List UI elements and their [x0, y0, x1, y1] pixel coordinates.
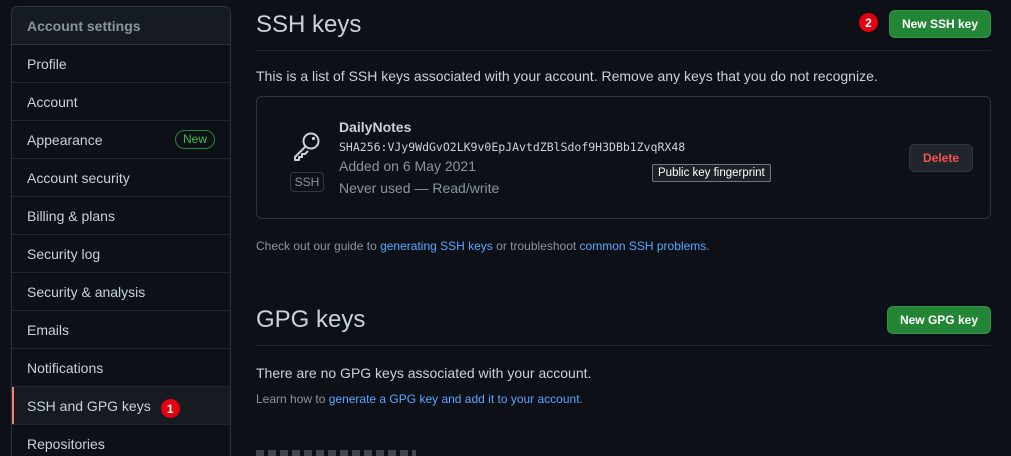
ssh-guide-text: Check out our guide to generating SSH ke… — [256, 239, 991, 253]
next-section-title-clipped — [256, 450, 416, 456]
sidebar-item-account-security[interactable]: Account security — [12, 159, 230, 197]
generating-ssh-keys-link[interactable]: generating SSH keys — [380, 239, 493, 253]
sidebar-item-repositories[interactable]: Repositories — [12, 425, 230, 456]
new-badge: New — [174, 130, 215, 149]
delete-ssh-key-button[interactable]: Delete — [909, 144, 973, 172]
sidebar-item-security-analysis[interactable]: Security & analysis — [12, 273, 230, 311]
learn-prefix: Learn how to — [256, 392, 329, 406]
sidebar-item-appearance[interactable]: Appearance New — [12, 121, 230, 159]
common-ssh-problems-link[interactable]: common SSH problems — [580, 239, 707, 253]
sidebar-item-emails[interactable]: Emails — [12, 311, 230, 349]
ssh-key-details: DailyNotes SHA256:VJy9WdGvO2LK9v0EpJAvtd… — [339, 118, 685, 199]
settings-sidebar: Account settings Profile Account Appeara… — [11, 6, 231, 456]
sidebar-item-account[interactable]: Account — [12, 83, 230, 121]
ssh-key-added-date: Added on 6 May 2021 — [339, 158, 476, 174]
sidebar-item-label: Notifications — [27, 359, 104, 376]
guide-suffix: . — [706, 239, 710, 253]
gpg-keys-title: GPG keys — [256, 306, 366, 333]
ssh-key-fingerprint: SHA256:VJy9WdGvO2LK9v0EpJAvtdZBlSdof9H3D… — [339, 140, 686, 154]
sidebar-item-ssh-gpg-keys[interactable]: SSH and GPG keys 1 — [12, 387, 230, 425]
guide-prefix: Check out our guide to — [256, 239, 381, 253]
ssh-key-icon-group: SSH — [287, 129, 327, 192]
sidebar-item-label: Account security — [27, 169, 130, 186]
gpg-keys-header: GPG keys New GPG key — [256, 295, 991, 346]
sidebar-item-security-log[interactable]: Security log — [12, 235, 230, 273]
sidebar-item-label: Appearance — [27, 131, 103, 148]
sidebar-item-profile[interactable]: Profile — [12, 45, 230, 83]
step-marker-2: 2 — [859, 13, 878, 32]
ssh-key-name: DailyNotes — [339, 119, 412, 135]
sidebar-item-label: Billing & plans — [27, 207, 115, 224]
ssh-keys-header: SSH keys 2 New SSH key — [256, 0, 991, 51]
step-marker-1: 1 — [160, 399, 180, 418]
gpg-empty-message: There are no GPG keys associated with yo… — [256, 365, 592, 381]
sidebar-item-label: Security log — [27, 245, 101, 262]
sidebar-item-label: Security & analysis — [27, 283, 146, 300]
ssh-key-list: SSH DailyNotes SHA256:VJy9WdGvO2LK9v0EpJ… — [256, 96, 991, 219]
key-icon — [290, 129, 324, 168]
sidebar-item-label: Profile — [27, 55, 67, 72]
sidebar-item-billing[interactable]: Billing & plans — [12, 197, 230, 235]
sidebar-item-label: Account — [27, 93, 78, 110]
ssh-key-usage: Never used — Read/write — [339, 180, 500, 196]
ssh-keys-title: SSH keys — [256, 11, 362, 38]
guide-middle: or troubleshoot — [492, 239, 580, 253]
learn-suffix: . — [579, 392, 583, 406]
generate-gpg-key-link[interactable]: generate a GPG key and add it to your ac… — [329, 392, 580, 406]
new-ssh-key-button[interactable]: New SSH key — [888, 10, 991, 38]
gpg-learn-text: Learn how to generate a GPG key and add … — [256, 392, 991, 406]
sidebar-header: Account settings — [12, 7, 230, 45]
sidebar-item-label: SSH and GPG keys — [27, 397, 151, 414]
sidebar-item-label: Repositories — [27, 435, 105, 452]
fingerprint-tooltip: Public key fingerprint — [652, 164, 771, 182]
sidebar-item-label: Emails — [27, 321, 70, 338]
main-content: SSH keys 2 New SSH key This is a list of… — [256, 0, 991, 406]
sidebar-item-notifications[interactable]: Notifications — [12, 349, 230, 387]
ssh-type-label: SSH — [289, 172, 325, 192]
new-gpg-key-button[interactable]: New GPG key — [886, 306, 991, 334]
ssh-keys-description: This is a list of SSH keys associated wi… — [256, 68, 878, 84]
